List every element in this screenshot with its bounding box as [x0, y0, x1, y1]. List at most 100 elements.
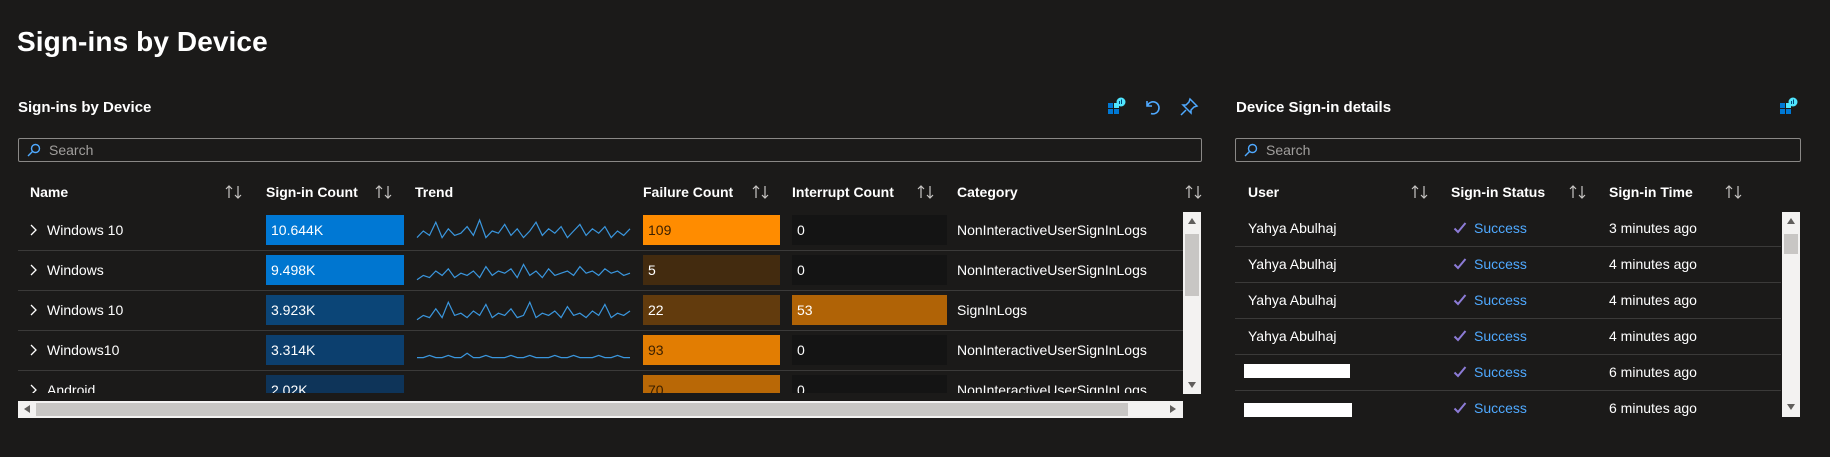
category: NonInteractiveUserSignInLogs — [957, 342, 1147, 358]
search-icon — [1244, 143, 1258, 157]
table-row[interactable]: Windows 9.498K 5 0 NonInteractiveUserSignInL… — [18, 250, 1183, 290]
device-name: Windows 10 — [47, 302, 124, 318]
sort-icon[interactable] — [1568, 183, 1588, 201]
failure-count-bar: 93 — [643, 335, 780, 365]
failure-count-bar: 5 — [643, 255, 780, 285]
interrupt-count-bar: 53 — [792, 295, 947, 325]
col-header-interrupt-count[interactable]: Interrupt Count — [792, 184, 894, 200]
vertical-scrollbar[interactable] — [1782, 212, 1800, 417]
chevron-right-icon[interactable] — [30, 384, 38, 393]
sort-icon[interactable] — [374, 183, 394, 201]
table-row[interactable]: Windows 10 3.923K 22 53 SignInLogs — [18, 290, 1183, 330]
col-header-signin-count[interactable]: Sign-in Count — [266, 184, 358, 200]
right-search-field[interactable] — [1235, 138, 1801, 162]
vertical-scrollbar[interactable] — [1183, 212, 1201, 394]
sort-icon[interactable] — [751, 183, 771, 201]
interrupt-count-value: 0 — [797, 262, 805, 278]
user-name: Yahya Abulhaj — [1248, 328, 1337, 344]
signins-grid: Windows 10 10.644K 109 0 NonInteractiveUserS… — [18, 210, 1201, 393]
signin-count-bar: 9.498K — [266, 255, 404, 285]
pin-icon[interactable] — [1178, 96, 1200, 118]
table-row[interactable]: Yahya Abulhaj Success 3 minutes ago — [1235, 210, 1781, 246]
table-row[interactable]: Yahya Abulhaj Success 4 minutes ago — [1235, 318, 1781, 354]
col-header-trend[interactable]: Trend — [415, 184, 453, 200]
table-row[interactable]: Windows 10 10.644K 109 0 NonInteractiveUserS… — [18, 210, 1183, 250]
failure-count-value: 22 — [648, 302, 664, 318]
signin-time: 6 minutes ago — [1609, 400, 1697, 416]
chevron-right-icon[interactable] — [30, 344, 38, 356]
signin-status-link[interactable]: Success — [1474, 246, 1527, 282]
chevron-right-icon[interactable] — [30, 304, 38, 316]
checkmark-icon — [1453, 402, 1467, 414]
chevron-right-icon[interactable] — [30, 224, 38, 236]
sort-icon[interactable] — [1724, 183, 1744, 201]
interrupt-count-bar: 0 — [792, 335, 947, 365]
category: NonInteractiveUserSignInLogs — [957, 222, 1147, 238]
table-row[interactable]: Yahya Abulhaj Success 4 minutes ago — [1235, 246, 1781, 282]
signin-count-value: 3.923K — [271, 302, 316, 318]
sort-icon[interactable] — [916, 183, 936, 201]
failure-count-bar: 70 — [643, 375, 780, 393]
signin-status-link[interactable]: Success — [1474, 390, 1527, 420]
failure-count-bar: 22 — [643, 295, 780, 325]
table-row[interactable]: Windows10 3.314K 93 0 NonInteractiveUserSign… — [18, 330, 1183, 370]
table-row[interactable]: Success 6 minutes ago — [1235, 354, 1781, 390]
trend-sparkline — [416, 300, 631, 321]
left-search-input[interactable] — [47, 141, 1115, 159]
trend-line — [417, 352, 630, 359]
device-name: Windows10 — [47, 342, 120, 358]
table-row[interactable]: Android 2.02K 70 0 NonInteractiveUserSignInL… — [18, 370, 1183, 393]
failure-count-value: 109 — [648, 222, 672, 238]
trend-sparkline — [417, 352, 630, 359]
sort-icon[interactable] — [1184, 183, 1204, 201]
signin-status-link[interactable]: Success — [1474, 318, 1527, 354]
chevron-right-icon[interactable] — [30, 264, 38, 276]
signin-time: 4 minutes ago — [1609, 256, 1697, 272]
table-row[interactable]: Success 6 minutes ago — [1235, 390, 1781, 420]
device-name: Android — [47, 382, 96, 393]
signin-time: 3 minutes ago — [1609, 220, 1697, 236]
device-name: Windows — [47, 262, 104, 278]
user-name: Yahya Abulhaj — [1248, 220, 1337, 236]
device-name: Windows 10 — [47, 222, 124, 238]
category: NonInteractiveUserSignInLogs — [957, 262, 1147, 278]
user-name: Yahya Abulhaj — [1248, 256, 1337, 272]
interrupt-count-value: 0 — [797, 342, 805, 358]
category: SignInLogs — [957, 302, 1028, 318]
col-header-user[interactable]: User — [1248, 184, 1279, 200]
trend-line — [416, 263, 631, 281]
device-signin-grid: Yahya Abulhaj Success 3 minutes ago Yahya A… — [1235, 210, 1793, 420]
workbook-icon[interactable] — [1105, 96, 1127, 118]
checkmark-icon — [1453, 366, 1467, 378]
right-panel-title: Device Sign-in details — [1236, 99, 1392, 116]
horizontal-scrollbar[interactable] — [18, 401, 1183, 418]
col-header-category[interactable]: Category — [957, 184, 1018, 200]
signin-count-bar: 3.314K — [266, 335, 404, 365]
redacted-user — [1244, 403, 1352, 417]
trend-line — [416, 300, 631, 321]
checkmark-icon — [1453, 222, 1467, 234]
signin-status-link[interactable]: Success — [1474, 210, 1527, 246]
signin-time: 4 minutes ago — [1609, 292, 1697, 308]
col-header-name[interactable]: Name — [30, 184, 68, 200]
signin-count-bar: 2.02K — [266, 375, 404, 393]
col-header-signin-status[interactable]: Sign-in Status — [1451, 184, 1545, 200]
signin-status-link[interactable]: Success — [1474, 354, 1527, 390]
sort-icon[interactable] — [224, 183, 244, 201]
workbook-icon[interactable] — [1777, 96, 1799, 118]
signin-status-link[interactable]: Success — [1474, 282, 1527, 318]
signin-time: 6 minutes ago — [1609, 364, 1697, 380]
table-row[interactable]: Yahya Abulhaj Success 4 minutes ago — [1235, 282, 1781, 318]
interrupt-count-bar: 0 — [792, 215, 947, 245]
checkmark-icon — [1453, 258, 1467, 270]
left-search-field[interactable] — [18, 138, 1202, 162]
col-header-signin-time[interactable]: Sign-in Time — [1609, 184, 1693, 200]
col-header-failure-count[interactable]: Failure Count — [643, 184, 733, 200]
left-panel-title: Sign-ins by Device — [18, 99, 152, 116]
interrupt-count-bar: 0 — [792, 375, 947, 393]
signin-count-value: 2.02K — [271, 382, 308, 393]
right-search-input[interactable] — [1264, 141, 1776, 159]
undo-icon[interactable] — [1141, 96, 1163, 118]
sort-icon[interactable] — [1410, 183, 1430, 201]
interrupt-count-value: 0 — [797, 222, 805, 238]
